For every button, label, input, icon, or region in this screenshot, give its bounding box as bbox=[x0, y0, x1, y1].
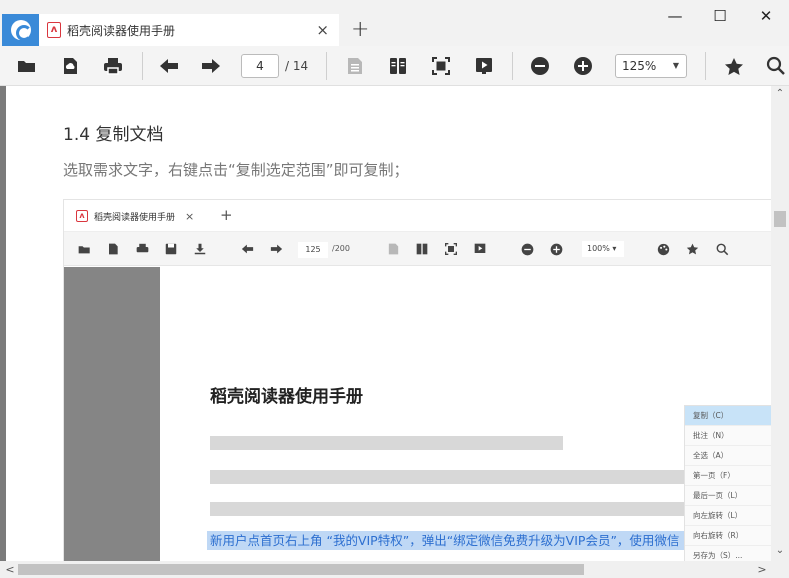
arrow-right-icon bbox=[269, 242, 283, 256]
zoom-out-icon bbox=[520, 242, 534, 256]
main-toolbar: 4 / 14 125% ▼ bbox=[0, 46, 789, 86]
cloud-icon bbox=[106, 242, 120, 256]
chevron-left-icon[interactable]: < bbox=[2, 561, 18, 578]
context-menu: 复制（C） 批注（N） 全选（A） 第一页（F） 最后一页（L） 向左旋转（L）… bbox=[684, 405, 771, 561]
cloud-icon[interactable] bbox=[59, 56, 81, 76]
arrow-left-icon[interactable] bbox=[158, 56, 180, 76]
vertical-scroll-thumb[interactable] bbox=[774, 211, 786, 227]
toolbar-divider bbox=[326, 52, 327, 80]
chevron-down-icon[interactable]: ⌄ bbox=[771, 543, 789, 559]
zoom-in-icon[interactable] bbox=[572, 56, 594, 76]
minimize-button[interactable]: — bbox=[652, 2, 698, 30]
context-menu-item: 第一页（F） bbox=[685, 466, 771, 486]
tab-title: 稻壳阅读器使用手册 bbox=[67, 23, 176, 38]
document-icon[interactable] bbox=[344, 56, 366, 76]
vertical-scrollbar[interactable]: ⌃ ⌄ bbox=[771, 86, 789, 561]
app-logo[interactable] bbox=[2, 14, 39, 46]
folder-open-icon[interactable] bbox=[16, 56, 38, 76]
print-icon bbox=[135, 242, 149, 256]
arrow-right-icon[interactable] bbox=[200, 56, 222, 76]
zoom-select[interactable]: 125% ▼ bbox=[615, 54, 687, 78]
context-menu-item: 全选（A） bbox=[685, 446, 771, 466]
context-menu-item: 向右旋转（R） bbox=[685, 526, 771, 546]
plus-icon: + bbox=[220, 206, 233, 224]
star-icon bbox=[685, 242, 699, 256]
close-icon: × bbox=[185, 209, 195, 223]
context-menu-item: 批注（N） bbox=[685, 426, 771, 446]
save-icon bbox=[164, 242, 178, 256]
folder-open-icon bbox=[77, 242, 91, 256]
print-icon[interactable] bbox=[102, 56, 124, 76]
embedded-page-input: 125 bbox=[298, 242, 328, 258]
document-tab[interactable]: ʌ 稻壳阅读器使用手册 × bbox=[39, 14, 339, 46]
download-icon bbox=[193, 242, 207, 256]
page-total: / 14 bbox=[285, 59, 309, 73]
embedded-page-title: 稻壳阅读器使用手册 bbox=[210, 387, 363, 407]
section-heading: 1.4 复制文档 bbox=[63, 125, 164, 145]
toolbar-divider bbox=[512, 52, 513, 80]
new-tab-button[interactable]: + bbox=[351, 17, 369, 43]
horizontal-scroll-thumb[interactable] bbox=[18, 564, 584, 575]
document-view[interactable]: 1.4 复制文档 选取需求文字，右键点击“复制选定范围”即可复制； ʌ 稻壳阅读… bbox=[0, 86, 771, 561]
pdf-icon: ʌ bbox=[47, 22, 61, 38]
chevron-up-icon[interactable]: ⌃ bbox=[771, 86, 789, 102]
page-gutter bbox=[0, 86, 6, 561]
play-icon[interactable] bbox=[473, 56, 495, 76]
toolbar-divider bbox=[705, 52, 706, 80]
embedded-tab: ʌ 稻壳阅读器使用手册 × bbox=[64, 200, 214, 232]
chevron-down-icon: ▼ bbox=[672, 61, 679, 70]
arrow-left-icon bbox=[240, 242, 254, 256]
play-icon bbox=[473, 242, 487, 256]
search-icon[interactable] bbox=[765, 56, 787, 76]
horizontal-scrollbar[interactable]: < > bbox=[0, 561, 789, 578]
zoom-out-icon[interactable] bbox=[529, 56, 551, 76]
embedded-toolbar: 125 /200 100% ▾ bbox=[64, 232, 771, 266]
pdf-icon: ʌ bbox=[76, 210, 88, 222]
embedded-tab-bar: ʌ 稻壳阅读器使用手册 × + bbox=[64, 200, 771, 232]
maximize-button[interactable]: ☐ bbox=[697, 2, 743, 30]
fit-page-icon[interactable] bbox=[430, 56, 452, 76]
context-menu-item: 复制（C） bbox=[685, 406, 771, 426]
document-icon bbox=[386, 242, 400, 256]
page-number-input[interactable]: 4 bbox=[241, 54, 279, 78]
context-menu-item: 向左旋转（L） bbox=[685, 506, 771, 526]
context-menu-item: 另存为（S）... bbox=[685, 546, 771, 561]
close-button[interactable]: ✕ bbox=[743, 2, 789, 30]
context-menu-item: 最后一页（L） bbox=[685, 486, 771, 506]
star-icon[interactable] bbox=[723, 56, 745, 76]
chevron-right-icon[interactable]: > bbox=[754, 561, 770, 578]
embedded-zoom-select: 100% ▾ bbox=[582, 241, 624, 257]
two-page-icon bbox=[415, 242, 429, 256]
toolbar-divider bbox=[142, 52, 143, 80]
logo-icon bbox=[10, 20, 32, 41]
placeholder-line bbox=[210, 436, 563, 450]
embedded-page-total: /200 bbox=[332, 244, 350, 253]
title-bar: ʌ 稻壳阅读器使用手册 × + — ☐ ✕ bbox=[0, 0, 789, 46]
zoom-in-icon bbox=[549, 242, 563, 256]
embedded-tab-title: 稻壳阅读器使用手册 bbox=[94, 212, 176, 223]
embedded-screenshot: ʌ 稻壳阅读器使用手册 × + 125 /200 100% ▾ 稻壳阅读器使用手… bbox=[63, 199, 771, 561]
section-description: 选取需求文字，右键点击“复制选定范围”即可复制； bbox=[63, 161, 409, 179]
search-icon bbox=[715, 242, 729, 256]
reader-window: ʌ 稻壳阅读器使用手册 × + — ☐ ✕ 4 / 14 125% ▼ 1.4 … bbox=[0, 0, 789, 578]
two-page-icon[interactable] bbox=[387, 56, 409, 76]
fit-page-icon bbox=[444, 242, 458, 256]
embedded-sidebar bbox=[64, 267, 160, 561]
palette-icon bbox=[656, 242, 670, 256]
tab-close-button[interactable]: × bbox=[316, 21, 329, 39]
zoom-value: 125% bbox=[622, 59, 657, 73]
